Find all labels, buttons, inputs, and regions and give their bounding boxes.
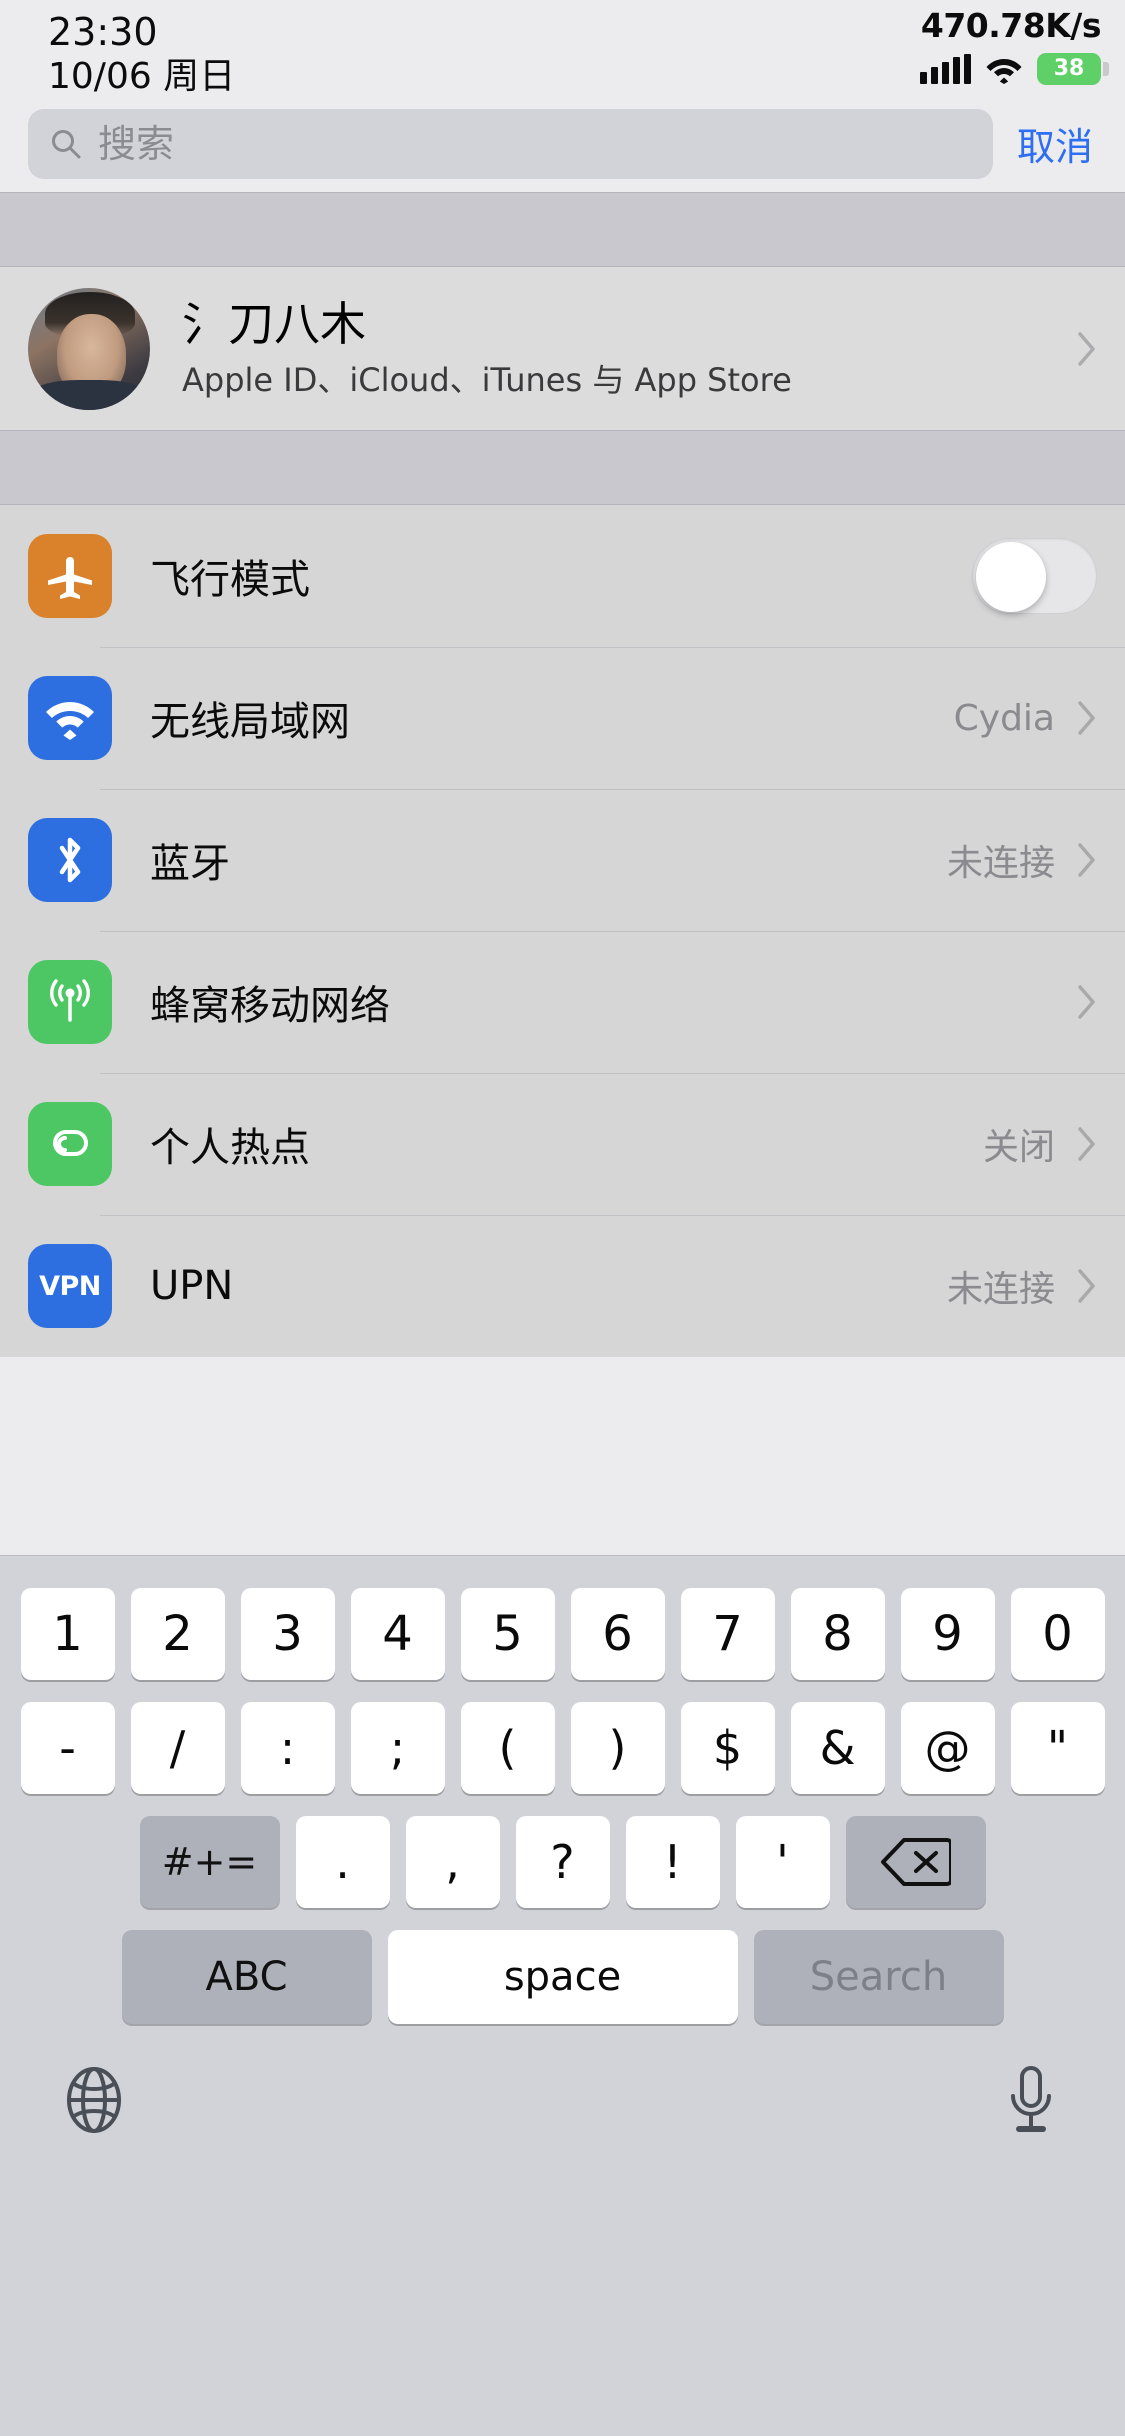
key-7[interactable]: 7: [680, 1588, 775, 1680]
backspace-icon[interactable]: [845, 1816, 986, 1908]
key-4[interactable]: 4: [350, 1588, 445, 1680]
status-date: 10/06 周日: [48, 56, 236, 97]
chevron-right-icon: [1077, 700, 1097, 736]
key-question[interactable]: ?: [515, 1816, 610, 1908]
key-hyphen[interactable]: -: [20, 1702, 115, 1794]
key-8[interactable]: 8: [790, 1588, 885, 1680]
settings-row-label: 蜂窝移动网络: [150, 983, 390, 1029]
settings-row-wifi[interactable]: 无线局域网 Cydia: [0, 647, 1125, 789]
key-1[interactable]: 1: [20, 1588, 115, 1680]
key-ampersand[interactable]: &: [790, 1702, 885, 1794]
chevron-right-icon: [1077, 842, 1097, 878]
keyboard-row-symbols: - / : ; ( ) $ & @ ": [0, 1680, 1125, 1794]
cancel-button[interactable]: 取消: [1017, 116, 1097, 171]
settings-row-label: 蓝牙: [150, 841, 230, 887]
battery-level: 38: [1053, 56, 1085, 81]
microphone-icon[interactable]: [995, 2064, 1067, 2136]
key-space[interactable]: space: [387, 1930, 738, 2024]
apple-id-row[interactable]: 氵刀八木 Apple ID、iCloud、iTunes 与 App Store: [0, 267, 1125, 430]
key-paren-close[interactable]: ): [570, 1702, 665, 1794]
battery-icon: 38: [1037, 53, 1109, 85]
key-at[interactable]: @: [900, 1702, 995, 1794]
key-period[interactable]: .: [295, 1816, 390, 1908]
key-quote[interactable]: ": [1010, 1702, 1105, 1794]
key-exclamation[interactable]: !: [625, 1816, 720, 1908]
profile-name: 氵刀八木: [182, 296, 366, 351]
chevron-right-icon: [1077, 984, 1097, 1020]
status-bar-left: 23:30 10/06 周日: [48, 10, 235, 98]
key-2[interactable]: 2: [130, 1588, 225, 1680]
settings-row-value: Cydia: [953, 697, 1055, 739]
key-5[interactable]: 5: [460, 1588, 555, 1680]
profile-section: 氵刀八木 Apple ID、iCloud、iTunes 与 App Store: [0, 267, 1125, 430]
network-speed: 470.78K/s: [920, 6, 1102, 45]
keyboard-row-punctuation: #+= . , ? ! ': [0, 1794, 1125, 1908]
search-bar: 搜索 取消: [0, 95, 1125, 192]
hotspot-icon: [28, 1102, 112, 1186]
key-paren-open[interactable]: (: [460, 1702, 555, 1794]
settings-row-label: 个人热点: [150, 1125, 310, 1171]
settings-row-label: 飞行模式: [150, 557, 310, 603]
status-bar: 23:30 10/06 周日 470.78K/s 38: [0, 0, 1125, 98]
key-semicolon[interactable]: ;: [350, 1702, 445, 1794]
key-apostrophe[interactable]: ': [735, 1816, 830, 1908]
vpn-icon: VPN: [28, 1244, 112, 1328]
settings-row-cellular[interactable]: 蜂窝移动网络: [0, 931, 1125, 1073]
key-slash[interactable]: /: [130, 1702, 225, 1794]
key-colon[interactable]: :: [240, 1702, 335, 1794]
settings-row-value: 关闭: [982, 1127, 1055, 1168]
search-input[interactable]: 搜索: [28, 108, 993, 179]
bluetooth-icon: [28, 818, 112, 902]
profile-subtitle: Apple ID、iCloud、iTunes 与 App Store: [182, 360, 792, 399]
section-spacer-top: [0, 192, 1125, 267]
settings-row-vpn[interactable]: VPN UPN 未连接: [0, 1215, 1125, 1357]
avatar: [28, 287, 150, 410]
settings-row-label: UPN: [150, 1263, 234, 1309]
status-bar-right: 470.78K/s 38: [920, 6, 1109, 88]
globe-icon[interactable]: [58, 2064, 130, 2136]
settings-row-value: 未连接: [946, 1269, 1055, 1310]
keyboard-row-bottom: ABC space Search: [0, 1908, 1125, 2024]
settings-row-hotspot[interactable]: 个人热点 关闭: [0, 1073, 1125, 1215]
key-3[interactable]: 3: [240, 1588, 335, 1680]
search-placeholder: 搜索: [98, 121, 175, 166]
chevron-right-icon: [1077, 331, 1097, 367]
section-spacer-middle: [0, 430, 1125, 505]
cellular-icon: [28, 960, 112, 1044]
chevron-right-icon: [1077, 1126, 1097, 1162]
wifi-icon: [985, 54, 1023, 84]
keyboard-utility-row: [0, 2024, 1125, 2136]
wifi-icon: [28, 676, 112, 760]
connectivity-section: 飞行模式 无线局域网 Cydia 蓝牙 未连接 蜂窝移动网络 个人热点 关闭 V…: [0, 505, 1125, 1357]
vpn-icon-label: VPN: [39, 1270, 101, 1302]
key-symbols-shift[interactable]: #+=: [139, 1816, 280, 1908]
keyboard-row-numbers: 1 2 3 4 5 6 7 8 9 0: [0, 1556, 1125, 1680]
status-time: 23:30: [48, 10, 158, 54]
key-search-return[interactable]: Search: [753, 1930, 1004, 2024]
on-screen-keyboard: 1 2 3 4 5 6 7 8 9 0 - / : ; ( ) $ & @ " …: [0, 1555, 1125, 2436]
settings-content: 氵刀八木 Apple ID、iCloud、iTunes 与 App Store …: [0, 192, 1125, 1357]
airplane-icon: [28, 534, 112, 618]
search-icon: [50, 128, 82, 160]
key-comma[interactable]: ,: [405, 1816, 500, 1908]
settings-row-value: 未连接: [946, 843, 1055, 884]
key-6[interactable]: 6: [570, 1588, 665, 1680]
settings-row-label: 无线局域网: [150, 699, 350, 745]
settings-row-bluetooth[interactable]: 蓝牙 未连接: [0, 789, 1125, 931]
key-abc[interactable]: ABC: [121, 1930, 372, 2024]
chevron-right-icon: [1077, 1268, 1097, 1304]
signal-bars-icon: [920, 54, 971, 84]
key-9[interactable]: 9: [900, 1588, 995, 1680]
key-dollar[interactable]: $: [680, 1702, 775, 1794]
settings-row-airplane-mode[interactable]: 飞行模式: [0, 505, 1125, 647]
key-0[interactable]: 0: [1010, 1588, 1105, 1680]
airplane-mode-toggle[interactable]: [972, 538, 1097, 614]
